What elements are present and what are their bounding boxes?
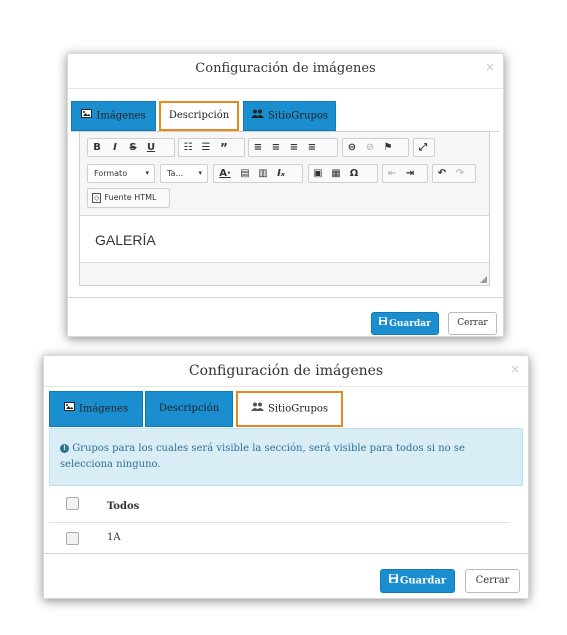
footer-divider xyxy=(44,553,528,554)
alignment-group: ≡ ≡ ≡ ≡ xyxy=(248,138,338,157)
link-group: ⊖ ⊘ ⚑ xyxy=(342,138,409,157)
numbered-list-icon[interactable]: ☰ xyxy=(198,139,214,156)
indent-icon[interactable]: ⇥ xyxy=(402,165,418,182)
anchor-flag-icon[interactable]: ⚑ xyxy=(380,139,396,156)
table-divider xyxy=(49,522,510,523)
color-group: A· ▤ ▥ Iₓ xyxy=(213,164,303,183)
tab-label: Imágenes xyxy=(78,403,129,415)
group-checkbox-1a[interactable] xyxy=(66,532,79,545)
save-button[interactable]: Guardar xyxy=(371,312,439,335)
cancel-button[interactable]: Cerrar xyxy=(465,569,520,593)
indent-group: ⇤ ⇥ xyxy=(382,164,428,183)
bulleted-list-icon[interactable]: ☷ xyxy=(180,139,196,156)
footer-divider xyxy=(68,297,503,298)
source-label: Fuente HTML xyxy=(104,193,157,202)
info-circle-icon: ! xyxy=(60,444,69,453)
undo-icon[interactable]: ↶ xyxy=(434,165,450,182)
info-alert: ! Grupos para los cuales será visible la… xyxy=(49,428,523,486)
insert-group: ▣ ▦ Ω xyxy=(308,164,378,183)
users-icon xyxy=(250,393,264,425)
maximize-group: ⤢ xyxy=(413,138,435,157)
basic-styles-group: B I S U xyxy=(87,138,175,157)
dialog-title: Configuración de imágenes xyxy=(68,54,503,89)
align-right-icon[interactable]: ≡ xyxy=(286,139,302,156)
outdent-icon[interactable]: ⇤ xyxy=(384,165,400,182)
maximize-icon[interactable]: ⤢ xyxy=(415,139,431,156)
tab-label: SitioGrupos xyxy=(267,403,329,415)
history-group: ↶ ↷ xyxy=(432,164,476,183)
editor-content-area[interactable]: GALERÍA xyxy=(80,215,489,263)
unlink-icon[interactable]: ⊘ xyxy=(362,139,378,156)
image-icon xyxy=(81,102,93,130)
text-color-icon[interactable]: A· xyxy=(215,165,235,182)
tab-sitiogrupos[interactable]: SitioGrupos xyxy=(236,391,343,427)
align-justify-icon[interactable]: ≡ xyxy=(304,139,320,156)
resize-handle-icon[interactable] xyxy=(480,276,487,283)
source-icon: ◇ xyxy=(92,193,102,203)
users-icon xyxy=(250,102,264,130)
blockquote-icon[interactable]: ” xyxy=(216,139,232,156)
save-button[interactable]: Guardar xyxy=(380,569,455,593)
format-label: Formato xyxy=(94,169,128,178)
image-config-dialog-groups: Configuración de imágenes × Imágenes Des… xyxy=(43,355,529,599)
insert-image-icon[interactable]: ▣ xyxy=(310,165,326,182)
align-left-icon[interactable]: ≡ xyxy=(250,139,266,156)
underline-icon[interactable]: U xyxy=(143,139,159,156)
table-row-label: 1A xyxy=(107,532,121,543)
chevron-down-icon: ▾ xyxy=(198,169,202,177)
insert-table-icon[interactable]: ▦ xyxy=(328,165,344,182)
tab-descripcion[interactable]: Descripción xyxy=(159,101,239,131)
table-header-todos: Todos xyxy=(107,501,140,512)
close-icon[interactable]: × xyxy=(510,362,520,376)
info-text: Grupos para los cuales será visible la s… xyxy=(60,443,465,470)
tab-label: SitioGrupos xyxy=(267,110,329,122)
tab-label: Imágenes xyxy=(96,110,146,122)
redo-icon[interactable]: ↷ xyxy=(452,165,468,182)
cancel-button[interactable]: Cerrar xyxy=(448,312,497,335)
remove-format-icon[interactable]: Iₓ xyxy=(273,165,289,182)
image-icon xyxy=(63,392,75,426)
chevron-down-icon: ▾ xyxy=(145,169,149,177)
rich-text-editor: B I S U ☷ ☰ ” ≡ ≡ ≡ ≡ ⊖ ⊘ ⚑ ⤢ Formato ▾ xyxy=(79,131,490,286)
bold-icon[interactable]: B xyxy=(89,139,105,156)
tab-descripcion[interactable]: Descripción xyxy=(145,391,233,427)
save-icon xyxy=(379,313,388,334)
paste-text-icon[interactable]: ▥ xyxy=(255,165,271,182)
paste-icon[interactable]: ▤ xyxy=(237,165,253,182)
tab-imagenes[interactable]: Imágenes xyxy=(71,101,156,131)
editor-status-bar xyxy=(80,262,489,285)
tab-imagenes[interactable]: Imágenes xyxy=(49,391,143,427)
size-label: Ta... xyxy=(167,169,184,178)
save-label: Guardar xyxy=(399,575,447,587)
editor-toolbar: B I S U ☷ ☰ ” ≡ ≡ ≡ ≡ ⊖ ⊘ ⚑ ⤢ Formato ▾ xyxy=(80,132,489,216)
italic-icon[interactable]: I xyxy=(107,139,123,156)
align-center-icon[interactable]: ≡ xyxy=(268,139,284,156)
font-size-select[interactable]: Ta... ▾ xyxy=(160,164,208,183)
tab-sitiogrupos[interactable]: SitioGrupos xyxy=(243,101,336,131)
special-char-icon[interactable]: Ω xyxy=(346,165,362,182)
list-group: ☷ ☰ ” xyxy=(178,138,245,157)
select-all-checkbox[interactable] xyxy=(66,497,79,510)
strikethrough-icon[interactable]: S xyxy=(125,139,141,156)
format-select[interactable]: Formato ▾ xyxy=(87,164,155,183)
save-icon xyxy=(388,570,398,592)
close-icon[interactable]: × xyxy=(485,60,495,74)
editor-content-text: GALERÍA xyxy=(95,232,156,248)
tab-label: Descripción xyxy=(168,110,230,121)
source-html-button[interactable]: ◇ Fuente HTML xyxy=(87,188,170,208)
tab-label: Descripción xyxy=(158,403,220,414)
save-label: Guardar xyxy=(389,319,431,329)
dialog-title: Configuración de imágenes xyxy=(44,356,528,387)
link-icon[interactable]: ⊖ xyxy=(344,139,360,156)
